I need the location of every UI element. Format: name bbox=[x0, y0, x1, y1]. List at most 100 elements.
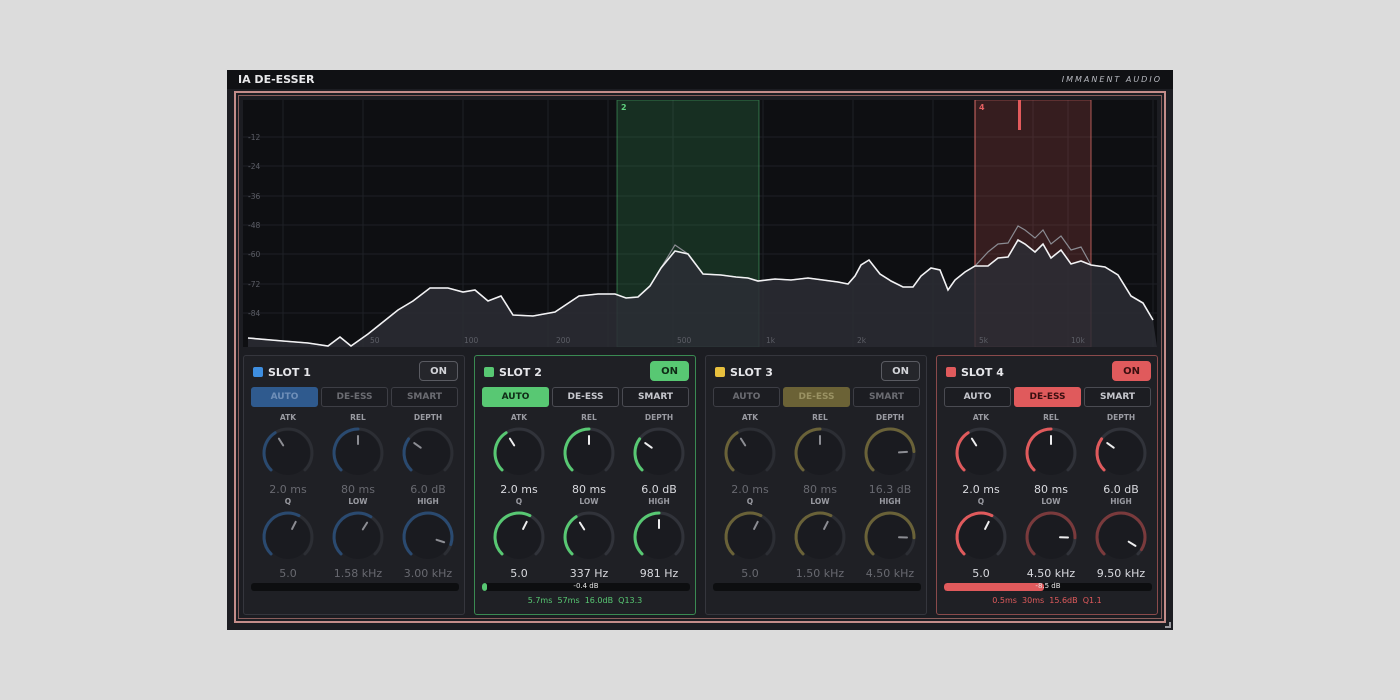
q-knob[interactable] bbox=[489, 507, 549, 567]
knob-value: 981 Hz bbox=[639, 567, 679, 580]
gain-reduction-meter bbox=[251, 583, 459, 591]
slot-title: SLOT 1 bbox=[268, 366, 311, 379]
db-label: -24 bbox=[248, 162, 260, 171]
knob-label: REL bbox=[350, 413, 366, 422]
hz-label: 200 bbox=[556, 336, 571, 345]
mode-button-smart[interactable]: SMART bbox=[1084, 387, 1151, 407]
slot-3-panel: SLOT 3 ON AUTO DE-ESS SMART ATK 2.0 ms REL 80 ms… bbox=[705, 355, 927, 615]
slot-on-button[interactable]: ON bbox=[419, 361, 458, 381]
knob-value: 80 ms bbox=[1034, 483, 1068, 496]
mode-button-smart[interactable]: SMART bbox=[391, 387, 458, 407]
depth-knob[interactable] bbox=[1091, 423, 1151, 483]
q-knob[interactable] bbox=[258, 507, 318, 567]
mode-button-auto[interactable]: AUTO bbox=[251, 387, 318, 407]
atk-knob[interactable] bbox=[720, 423, 780, 483]
knob-label: DEPTH bbox=[875, 413, 905, 422]
knob-value: 6.0 dB bbox=[410, 483, 446, 496]
rel-knob[interactable] bbox=[559, 423, 619, 483]
knob-label: Q bbox=[515, 497, 523, 506]
knob-value: 3.00 kHz bbox=[403, 567, 453, 580]
high-knob[interactable] bbox=[1091, 507, 1151, 567]
knob-value: 6.0 dB bbox=[641, 483, 677, 496]
mode-button-de-ess[interactable]: DE-ESS bbox=[321, 387, 388, 407]
rel-knob[interactable] bbox=[1021, 423, 1081, 483]
q-knob[interactable] bbox=[720, 507, 780, 567]
q-knob[interactable] bbox=[951, 507, 1011, 567]
knob-value: 9.50 kHz bbox=[1096, 567, 1146, 580]
knob-value: 80 ms bbox=[572, 483, 606, 496]
knob-label: HIGH bbox=[879, 497, 901, 506]
knob-value: 4.50 kHz bbox=[865, 567, 915, 580]
slot-color-swatch bbox=[715, 367, 725, 377]
band-4-marker[interactable] bbox=[1018, 100, 1021, 130]
slot-on-button[interactable]: ON bbox=[881, 361, 920, 381]
low-knob[interactable] bbox=[1021, 507, 1081, 567]
spectrum-analyzer[interactable]: -12 -24 -36 -48 -60 -72 -84 2 4 50 100 200 500 1k 2k 5k… bbox=[243, 100, 1157, 347]
mode-button-auto[interactable]: AUTO bbox=[944, 387, 1011, 407]
low-knob[interactable] bbox=[328, 507, 388, 567]
depth-knob[interactable] bbox=[629, 423, 689, 483]
mode-button-smart[interactable]: SMART bbox=[622, 387, 689, 407]
mode-button-auto[interactable]: AUTO bbox=[713, 387, 780, 407]
high-knob[interactable] bbox=[398, 507, 458, 567]
knob-label: DEPTH bbox=[644, 413, 674, 422]
knob-label: Q bbox=[746, 497, 754, 506]
knob-value: 4.50 kHz bbox=[1026, 567, 1076, 580]
high-knob[interactable] bbox=[860, 507, 920, 567]
knob-value: 337 Hz bbox=[569, 567, 609, 580]
slot-color-swatch bbox=[253, 367, 263, 377]
low-knob[interactable] bbox=[790, 507, 850, 567]
db-label: -72 bbox=[248, 280, 260, 289]
title-bar: IA DE-ESSER IMMANENT AUDIO bbox=[227, 70, 1173, 89]
depth-knob[interactable] bbox=[398, 423, 458, 483]
spectrum-graph[interactable]: -12 -24 -36 -48 -60 -72 -84 2 4 50 100 200 500 1k 2k 5k… bbox=[243, 100, 1157, 347]
meter-readout: -8.5 dB bbox=[1035, 582, 1061, 590]
mode-button-smart[interactable]: SMART bbox=[853, 387, 920, 407]
knob-value: 2.0 ms bbox=[731, 483, 769, 496]
knob-value: 1.50 kHz bbox=[795, 567, 845, 580]
knob-label: Q bbox=[977, 497, 985, 506]
slot-1-panel: SLOT 1 ON AUTO DE-ESS SMART ATK 2.0 ms REL 80 ms… bbox=[243, 355, 465, 615]
knob-label: ATK bbox=[279, 413, 297, 422]
depth-knob[interactable] bbox=[860, 423, 920, 483]
db-label: -48 bbox=[248, 221, 260, 230]
slot-title: SLOT 3 bbox=[730, 366, 773, 379]
knob-value: 16.3 dB bbox=[868, 483, 912, 496]
slot-on-button[interactable]: ON bbox=[650, 361, 689, 381]
atk-knob[interactable] bbox=[258, 423, 318, 483]
low-knob[interactable] bbox=[559, 507, 619, 567]
knob-label: HIGH bbox=[417, 497, 439, 506]
slot-color-swatch bbox=[946, 367, 956, 377]
knob-label: HIGH bbox=[648, 497, 670, 506]
db-label: -12 bbox=[248, 133, 260, 142]
mode-button-de-ess[interactable]: DE-ESS bbox=[783, 387, 850, 407]
hz-label: 500 bbox=[677, 336, 692, 345]
gain-reduction-meter bbox=[713, 583, 921, 591]
band-4-label: 4 bbox=[979, 103, 985, 112]
knob-value: 80 ms bbox=[803, 483, 837, 496]
knob-label: DEPTH bbox=[1106, 413, 1136, 422]
knob-label: LOW bbox=[810, 497, 830, 506]
knob-label: REL bbox=[812, 413, 828, 422]
knob-value: 5.0 bbox=[510, 567, 528, 580]
db-label: -60 bbox=[248, 250, 260, 259]
mode-button-de-ess[interactable]: DE-ESS bbox=[552, 387, 619, 407]
db-label: -36 bbox=[248, 192, 260, 201]
knob-label: LOW bbox=[579, 497, 599, 506]
atk-knob[interactable] bbox=[951, 423, 1011, 483]
band-2-label: 2 bbox=[621, 103, 627, 112]
atk-knob[interactable] bbox=[489, 423, 549, 483]
hz-label: 100 bbox=[464, 336, 479, 345]
slot-on-button[interactable]: ON bbox=[1112, 361, 1151, 381]
rel-knob[interactable] bbox=[790, 423, 850, 483]
slot-title: SLOT 2 bbox=[499, 366, 542, 379]
high-knob[interactable] bbox=[629, 507, 689, 567]
knob-value: 1.58 kHz bbox=[333, 567, 383, 580]
mode-button-de-ess[interactable]: DE-ESS bbox=[1014, 387, 1081, 407]
plugin-title: IA DE-ESSER bbox=[238, 73, 315, 86]
slot-color-swatch bbox=[484, 367, 494, 377]
mode-button-auto[interactable]: AUTO bbox=[482, 387, 549, 407]
hz-label: 10k bbox=[1071, 336, 1086, 345]
resize-handle-icon[interactable] bbox=[1165, 622, 1171, 628]
rel-knob[interactable] bbox=[328, 423, 388, 483]
